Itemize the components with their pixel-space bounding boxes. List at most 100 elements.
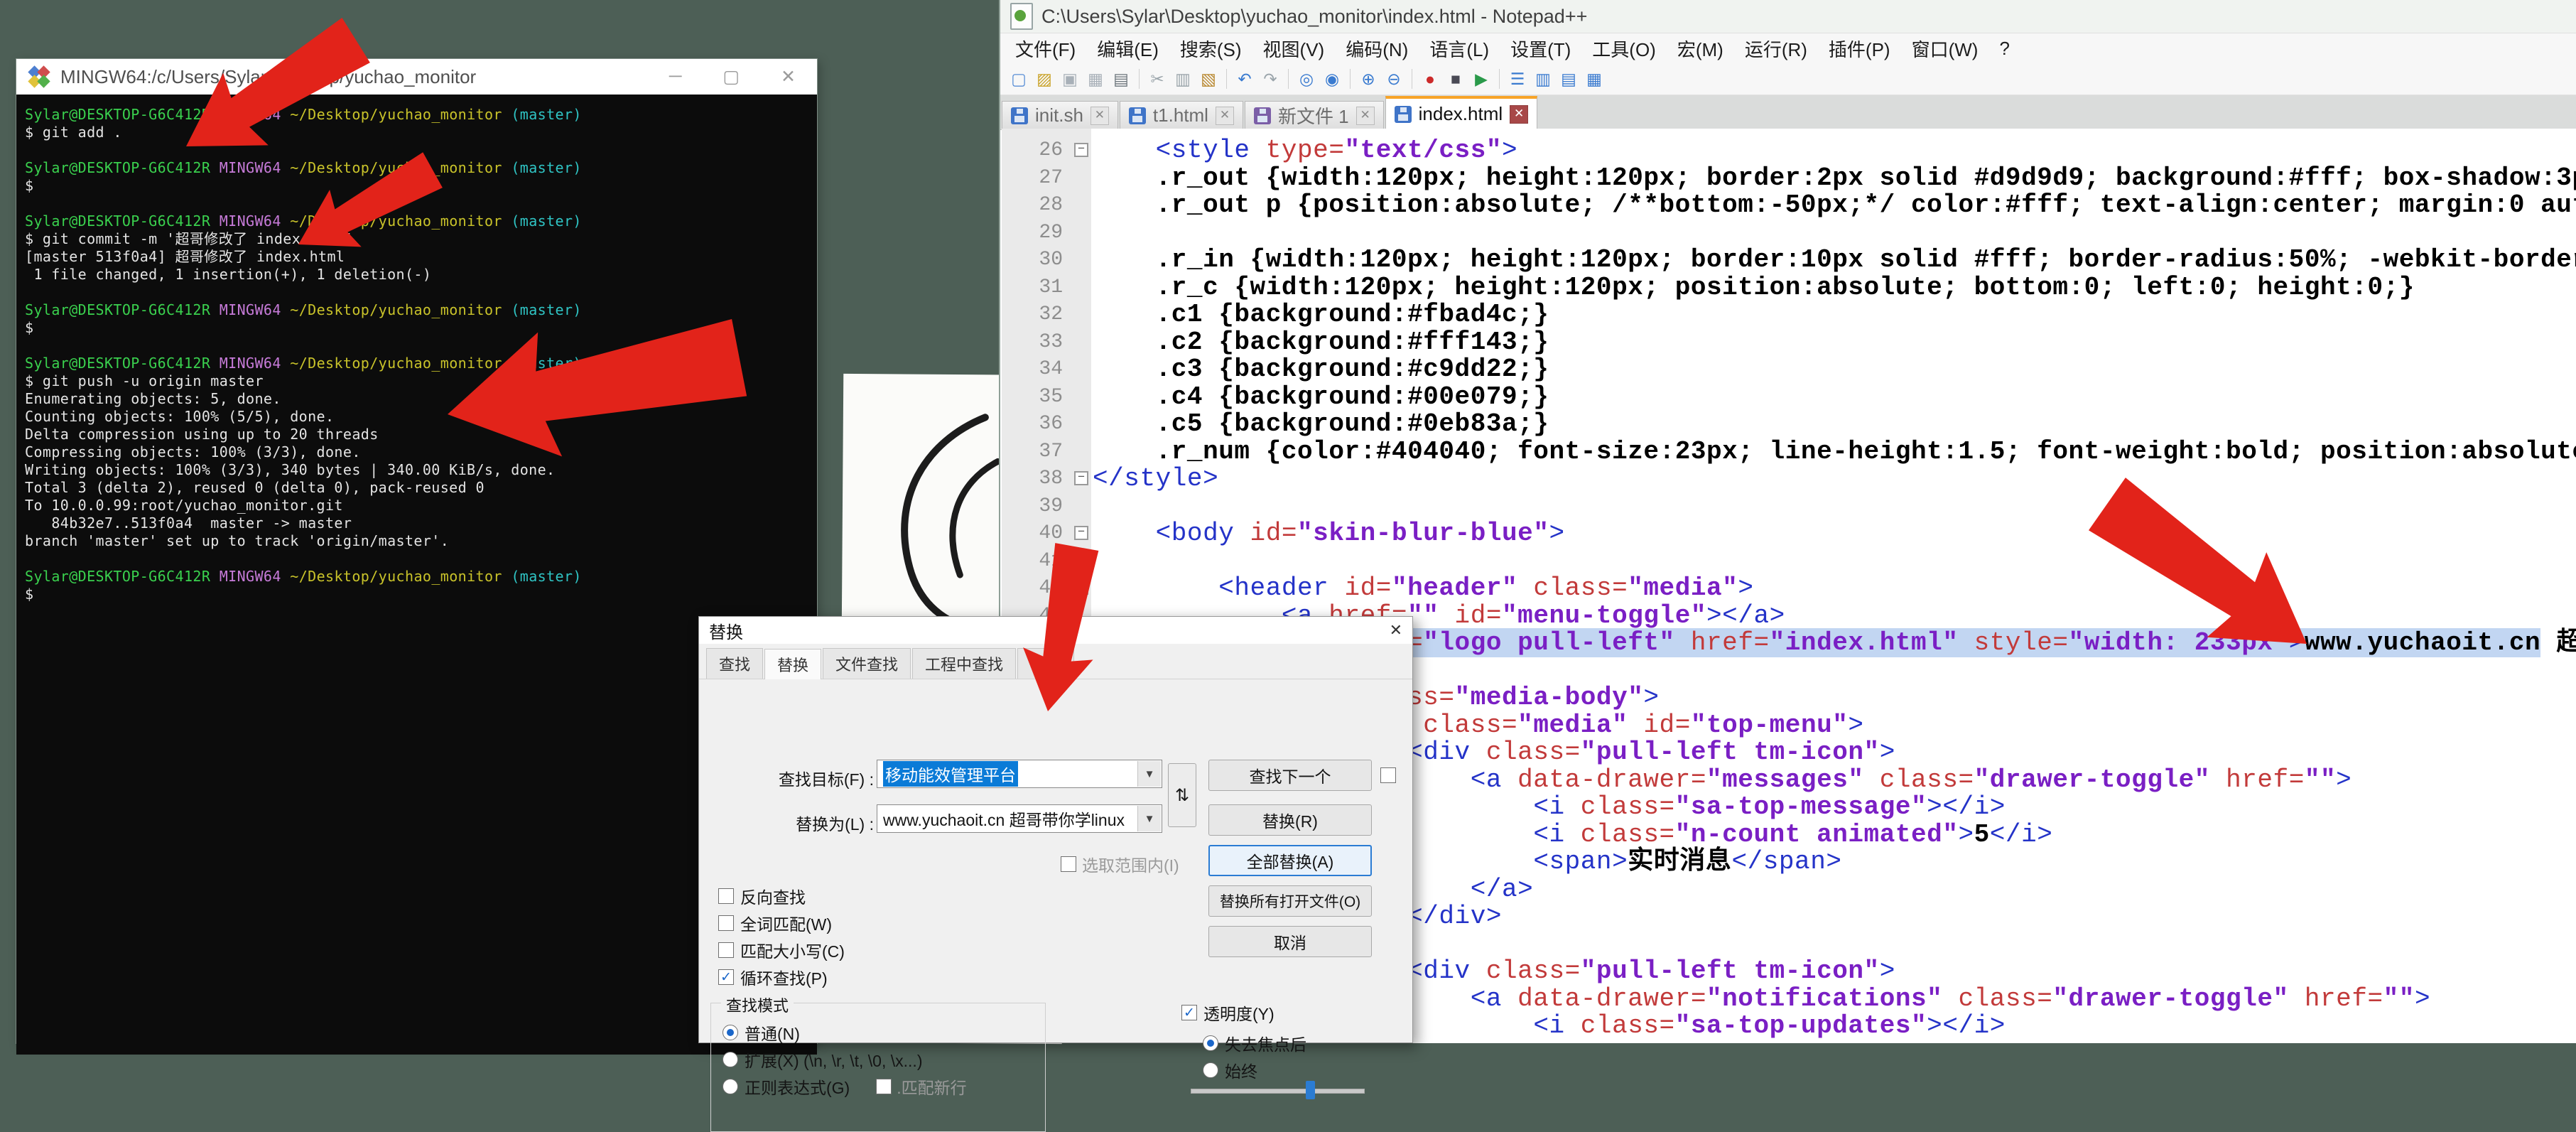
undo-icon[interactable]: ↶ — [1232, 66, 1257, 92]
code-line[interactable]: .r_in {width:120px; height:120px; border… — [1093, 247, 2576, 274]
replace-icon[interactable]: ◉ — [1319, 66, 1345, 92]
terminal-output[interactable]: Sylar@DESKTOP-G6C412R MINGW64 ~/Desktop/… — [16, 95, 817, 1055]
zoom-in-icon[interactable]: ⊕ — [1355, 66, 1381, 92]
in-selection-checkbox[interactable]: 选取范围内(I) — [1061, 852, 1179, 876]
option-checkbox[interactable]: 反向查找 — [718, 883, 845, 910]
tab-close-icon[interactable]: ✕ — [1510, 105, 1528, 124]
cut-icon[interactable]: ✂ — [1144, 66, 1170, 92]
copy-icon[interactable]: ▥ — [1170, 66, 1196, 92]
minimize-icon[interactable]: ─ — [669, 66, 682, 87]
radio-icon[interactable] — [1203, 1035, 1218, 1051]
transparency-checkbox[interactable]: ✓ 透明度(Y) — [1181, 1001, 1275, 1025]
terminal-titlebar[interactable]: MINGW64:/c/Users/Sylar/Desktop/yuchao_mo… — [16, 59, 817, 95]
function-list-icon[interactable]: ☰ — [1505, 66, 1530, 92]
code-line[interactable]: .c1 {background:#fbad4c;} — [1093, 301, 2576, 329]
tab-close-icon[interactable]: ✕ — [1216, 107, 1234, 125]
close-icon[interactable]: ✕ — [781, 66, 796, 87]
replace-button[interactable]: 替换(R) — [1208, 804, 1372, 836]
menu-item[interactable]: 编辑(E) — [1086, 36, 1169, 62]
save-icon[interactable]: ▣ — [1057, 66, 1083, 92]
menu-item[interactable]: ? — [1988, 38, 2020, 60]
replace-all-open-files-button[interactable]: 替换所有打开文件(O) — [1208, 885, 1372, 917]
search-mode-radio[interactable]: 正则表达式(G).匹配新行 — [723, 1073, 1045, 1100]
checkbox-icon[interactable] — [876, 1079, 892, 1094]
code-line[interactable]: <header id="header" class="media"> — [1093, 575, 2576, 603]
checkbox-checked-icon[interactable]: ✓ — [718, 969, 734, 985]
dialog-tab-替换[interactable]: 替换 — [764, 649, 821, 679]
chevron-down-icon[interactable]: ▼ — [1137, 806, 1161, 831]
transparency-radio[interactable]: 失去焦点后 — [1203, 1030, 1306, 1057]
dialog-tab-标记[interactable]: 标记 — [1017, 648, 1074, 679]
tab-init.sh[interactable]: init.sh✕ — [1002, 101, 1118, 129]
code-line[interactable] — [1093, 220, 2576, 247]
tab-index.html[interactable]: index.html✕ — [1385, 96, 1538, 129]
record-macro-icon[interactable]: ● — [1417, 66, 1443, 92]
save-all-icon[interactable]: ▦ — [1083, 66, 1108, 92]
replace-dialog-titlebar[interactable]: 替换 ✕ — [699, 617, 1412, 644]
code-line[interactable]: .r_num {color:#404040; font-size:23px; l… — [1093, 438, 2576, 466]
menu-item[interactable]: 插件(P) — [1818, 36, 1901, 62]
menu-item[interactable]: 搜索(S) — [1169, 36, 1252, 62]
code-line[interactable]: .r_c {width:120px; height:120px; positio… — [1093, 274, 2576, 302]
play-macro-icon[interactable]: ▶ — [1468, 66, 1494, 92]
menu-item[interactable]: 设置(T) — [1500, 36, 1581, 62]
fold-toggle-icon[interactable]: − — [1074, 581, 1088, 595]
option-checkbox[interactable]: 全词匹配(W) — [718, 910, 845, 937]
replace-all-button[interactable]: 全部替换(A) — [1208, 845, 1372, 876]
radio-icon[interactable] — [1203, 1062, 1218, 1078]
code-line[interactable]: .c3 {background:#c9dd22;} — [1093, 356, 2576, 384]
redo-icon[interactable]: ↷ — [1257, 66, 1283, 92]
checkbox-icon[interactable] — [718, 888, 734, 904]
menu-item[interactable]: 编码(N) — [1335, 36, 1419, 62]
option-checkbox[interactable]: ✓循环查找(P) — [718, 964, 845, 991]
notepad-titlebar[interactable]: C:\Users\Sylar\Desktop\yuchao_monitor\in… — [1000, 0, 2576, 33]
close-icon[interactable]: ✕ — [1390, 621, 1402, 640]
menu-item[interactable]: 语言(L) — [1419, 36, 1500, 62]
matches-newline-checkbox[interactable]: .匹配新行 — [876, 1074, 966, 1099]
search-mode-radio[interactable]: 普通(N) — [723, 1019, 1045, 1046]
open-folder-icon[interactable]: ▨ — [1032, 66, 1057, 92]
find-icon[interactable]: ◎ — [1294, 66, 1319, 92]
find-next-button[interactable]: 查找下一个 — [1208, 760, 1372, 791]
code-line[interactable] — [1093, 493, 2576, 521]
paste-icon[interactable]: ▧ — [1196, 66, 1221, 92]
fold-toggle-icon[interactable]: − — [1074, 526, 1088, 540]
doc-map-icon[interactable]: ▥ — [1530, 66, 1556, 92]
code-line[interactable]: <body id="skin-blur-blue"> — [1093, 520, 2576, 548]
code-line[interactable]: .c4 {background:#00e079;} — [1093, 384, 2576, 411]
code-line[interactable]: </style> — [1093, 465, 2576, 493]
new-file-icon[interactable]: ▢ — [1006, 66, 1032, 92]
code-line[interactable]: .c2 {background:#fff143;} — [1093, 329, 2576, 357]
menu-item[interactable]: 运行(R) — [1734, 36, 1818, 62]
find-next-checkbox[interactable] — [1380, 767, 1396, 783]
dialog-tab-文件查找[interactable]: 文件查找 — [823, 648, 911, 679]
doc-list-icon[interactable]: ▤ — [1556, 66, 1581, 92]
menu-item[interactable]: 宏(M) — [1667, 36, 1734, 62]
stop-macro-icon[interactable]: ■ — [1443, 66, 1468, 92]
menu-item[interactable]: 文件(F) — [1005, 36, 1086, 62]
menu-item[interactable]: 工具(O) — [1581, 36, 1667, 62]
tab-新文件 1[interactable]: 新文件 1✕ — [1245, 101, 1384, 129]
replace-input[interactable]: www.yuchaoit.cn 超哥带你学linux ▼ — [877, 804, 1162, 833]
zoom-out-icon[interactable]: ⊖ — [1381, 66, 1407, 92]
fold-toggle-icon[interactable]: − — [1074, 143, 1088, 157]
find-input[interactable]: 移动能效管理平台 ▼ — [877, 760, 1162, 788]
menu-item[interactable]: 窗口(W) — [1901, 36, 1989, 62]
option-checkbox[interactable]: 匹配大小写(C) — [718, 937, 845, 964]
code-line[interactable] — [1093, 548, 2576, 576]
code-line[interactable]: .c5 {background:#0eb83a;} — [1093, 411, 2576, 438]
checkbox-icon[interactable] — [718, 942, 734, 958]
fold-toggle-icon[interactable]: − — [1074, 471, 1088, 485]
radio-icon[interactable] — [723, 1052, 738, 1067]
code-line[interactable]: <style type="text/css"> — [1093, 137, 2576, 165]
search-mode-radio[interactable]: 扩展(X) (\n, \r, \t, \0, \x...) — [723, 1046, 1045, 1073]
transparency-radio[interactable]: 始终 — [1203, 1057, 1257, 1084]
tab-close-icon[interactable]: ✕ — [1356, 107, 1375, 125]
code-line[interactable]: .r_out {width:120px; height:120px; borde… — [1093, 165, 2576, 193]
radio-icon[interactable] — [723, 1025, 738, 1040]
chevron-down-icon[interactable]: ▼ — [1137, 761, 1161, 787]
dialog-tab-工程中查找[interactable]: 工程中查找 — [912, 648, 1016, 679]
cancel-button[interactable]: 取消 — [1208, 926, 1372, 957]
radio-icon[interactable] — [723, 1079, 738, 1094]
swap-find-replace-button[interactable]: ⇅ — [1168, 763, 1196, 827]
